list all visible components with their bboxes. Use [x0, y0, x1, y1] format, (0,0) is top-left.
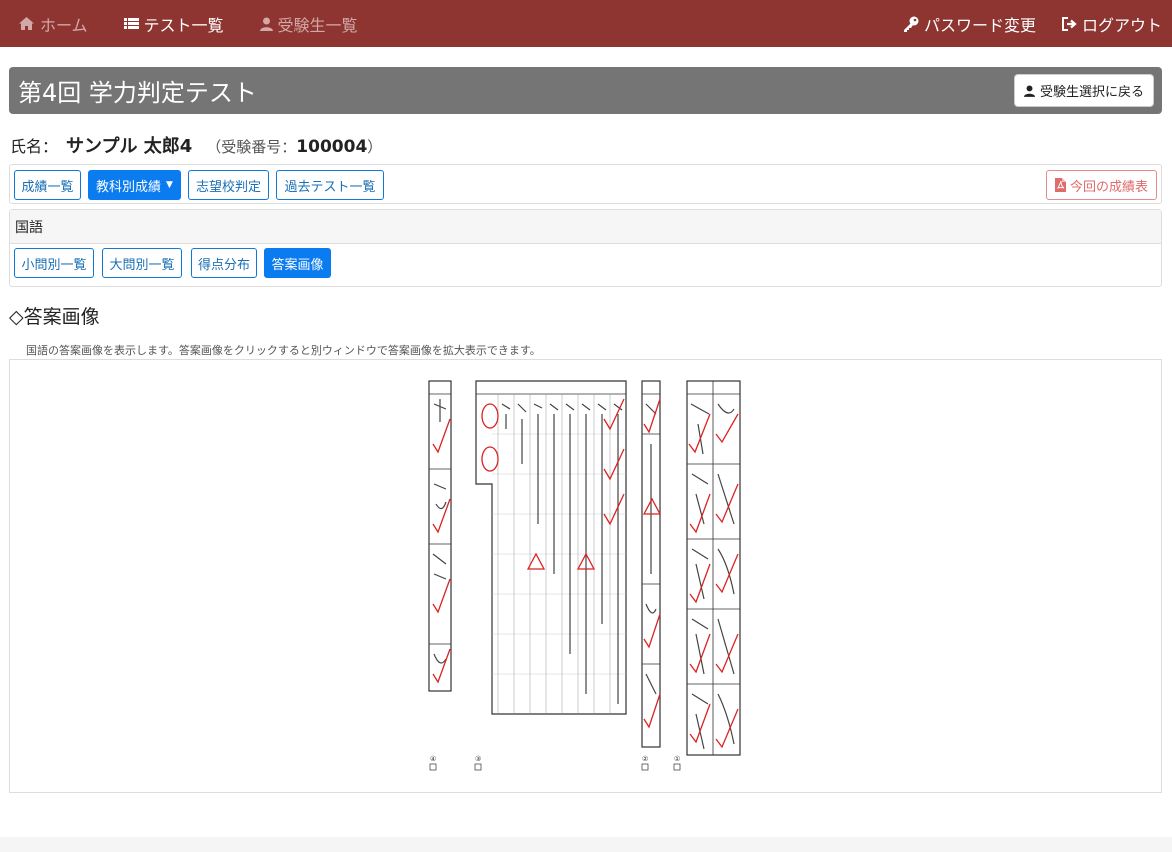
section-title: ◇答案画像 [9, 306, 100, 328]
sheet-label: ④ [430, 755, 436, 763]
subject-panel: 国語 小問別一覧 大問別一覧 得点分布 答案画像 [9, 209, 1162, 287]
name-label: 氏名： [10, 137, 59, 156]
past-tests-button[interactable]: 過去テスト一覧 [276, 170, 384, 200]
answer-image-container: ④ ③ ② ① [9, 359, 1162, 793]
page-footer [0, 837, 1172, 852]
tab-label: 得点分布 [197, 257, 250, 273]
exam-number: （受験番号：100004） [206, 136, 382, 157]
tab-small-question-list[interactable]: 小問別一覧 [14, 248, 94, 278]
school-judgement-label: 志望校判定 [195, 179, 261, 195]
main-button-panel: 成績一覧 教科別成績 ▼ 志望校判定 過去テスト一覧 今回の成績表 [9, 164, 1162, 204]
nav-examinees-label: 受験生一覧 [277, 15, 358, 35]
student-name: サンプル 太郎4 [66, 136, 193, 157]
sheet-label: ② [642, 755, 648, 763]
pdf-file-icon [1054, 178, 1066, 192]
user-icon [1023, 85, 1035, 97]
nav-logout[interactable]: ログアウト [1061, 12, 1162, 36]
scores-button[interactable]: 成績一覧 [14, 170, 81, 200]
nav-tests-label: テスト一覧 [143, 15, 224, 35]
past-tests-label: 過去テスト一覧 [284, 179, 376, 195]
nav-tests[interactable]: テスト一覧 [123, 12, 224, 36]
tab-large-question-list[interactable]: 大問別一覧 [102, 248, 182, 278]
answer-sheet-image[interactable]: ④ ③ ② ① [428, 374, 746, 774]
sheet-label: ③ [475, 755, 481, 763]
nav-password-label: パスワード変更 [923, 15, 1036, 35]
exam-number-open: （受験番号： [206, 138, 297, 156]
tab-score-distribution[interactable]: 得点分布 [191, 248, 257, 278]
tab-label: 大問別一覧 [109, 257, 175, 273]
home-icon [18, 16, 35, 31]
tab-label: 答案画像 [271, 257, 324, 273]
tab-answer-image[interactable]: 答案画像 [264, 248, 331, 278]
sheet-label: ① [674, 755, 680, 763]
scores-button-label: 成績一覧 [21, 179, 74, 195]
subject-scores-dropdown[interactable]: 教科別成績 ▼ [88, 170, 181, 200]
exam-number-value: 100004 [296, 137, 368, 157]
caret-down-icon: ▼ [166, 180, 173, 190]
nav-examinees[interactable]: 受験生一覧 [259, 12, 358, 36]
subject-header: 国語 [10, 210, 1161, 244]
back-button-label: 受験生選択に戻る [1039, 85, 1144, 100]
back-to-select-button[interactable]: 受験生選択に戻る [1013, 74, 1154, 107]
subject-name: 国語 [15, 219, 43, 236]
top-navbar: ホーム テスト一覧 受験生一覧 パスワード変更 ログアウト [0, 0, 1172, 47]
nav-home-label: ホーム [40, 15, 88, 35]
school-judgement-button[interactable]: 志望校判定 [188, 170, 269, 200]
nav-home[interactable]: ホーム [18, 12, 88, 36]
student-info: 氏名： サンプル 太郎4 （受験番号：100004） [10, 132, 382, 158]
main-content: 第4回 学力判定テスト 受験生選択に戻る 氏名： サンプル 太郎4 （受験番号：… [0, 47, 1172, 837]
report-pdf-button[interactable]: 今回の成績表 [1045, 170, 1157, 200]
key-icon [903, 16, 919, 32]
list-icon [123, 17, 139, 30]
test-title-bar: 第4回 学力判定テスト 受験生選択に戻る [9, 67, 1162, 114]
report-button-label: 今回の成績表 [1069, 179, 1148, 195]
exam-number-close: ） [367, 138, 383, 156]
page-title: 第4回 学力判定テスト [18, 79, 257, 107]
sign-out-icon [1061, 16, 1077, 31]
subject-scores-label: 教科別成績 [96, 179, 162, 195]
section-description: 国語の答案画像を表示します。答案画像をクリックすると別ウィンドウで答案画像を拡大… [26, 344, 541, 357]
nav-password[interactable]: パスワード変更 [903, 12, 1036, 36]
tab-label: 小問別一覧 [21, 257, 87, 273]
user-icon [259, 17, 273, 31]
nav-logout-label: ログアウト [1081, 15, 1162, 35]
